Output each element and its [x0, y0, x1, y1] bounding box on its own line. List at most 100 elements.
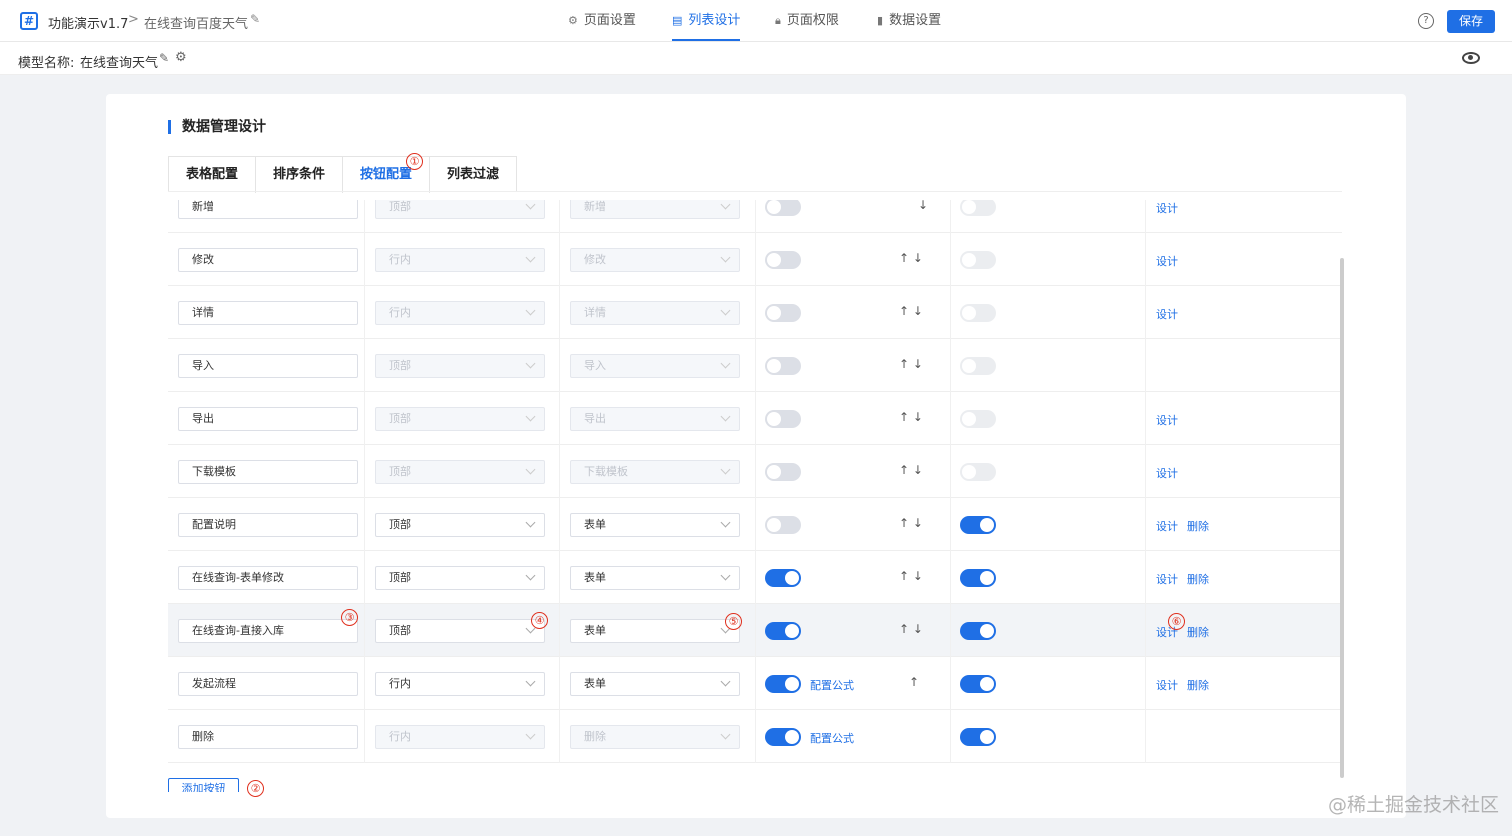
type-select[interactable]: 表单: [570, 513, 740, 537]
tab-list-filter[interactable]: 列表过滤: [430, 157, 516, 193]
gear-icon[interactable]: ⚙: [175, 50, 187, 65]
sort-arrows-icon[interactable]: ↑ ↓: [899, 516, 923, 530]
enable-toggle[interactable]: [765, 304, 801, 322]
button-name-input[interactable]: 导出: [178, 407, 358, 431]
eye-icon[interactable]: [1462, 52, 1480, 64]
sort-arrows-icon[interactable]: ↑ ↓: [899, 622, 923, 636]
design-link[interactable]: 设计: [1156, 412, 1178, 428]
chevron-down-icon: [720, 729, 731, 740]
enable-toggle[interactable]: [765, 251, 801, 269]
top-bar: # 功能演示v1.7 > 在线查询百度天气 ✎ ⚙ 页面设置 ▤ 列表设计 🔒︎ 页面…: [0, 0, 1512, 42]
sort-arrows-icon[interactable]: ↑ ↓: [899, 569, 923, 583]
sort-arrows-icon[interactable]: ↓: [918, 200, 928, 212]
visible-toggle[interactable]: [960, 675, 996, 693]
sort-arrows-icon[interactable]: ↑: [909, 675, 919, 689]
visible-toggle[interactable]: [960, 516, 996, 534]
type-select[interactable]: 新增: [570, 200, 740, 219]
visible-toggle[interactable]: [960, 463, 996, 481]
type-select[interactable]: 删除: [570, 725, 740, 749]
visible-toggle[interactable]: [960, 728, 996, 746]
add-button[interactable]: 添加按钮: [168, 778, 239, 792]
visible-toggle[interactable]: [960, 200, 996, 216]
visible-toggle[interactable]: [960, 357, 996, 375]
enable-toggle[interactable]: [765, 463, 801, 481]
type-value: 导出: [584, 412, 606, 425]
sort-arrows-icon[interactable]: ↑ ↓: [899, 251, 923, 265]
app-title[interactable]: 功能演示v1.7: [48, 13, 128, 32]
design-link[interactable]: 设计: [1156, 306, 1178, 322]
button-name-input[interactable]: 新增: [178, 200, 358, 219]
position-select[interactable]: 顶部: [375, 460, 545, 484]
tab-page-permissions[interactable]: 🔒︎ 页面权限: [775, 0, 839, 42]
button-name-input[interactable]: 详情: [178, 301, 358, 325]
enable-toggle[interactable]: [765, 675, 801, 693]
enable-toggle[interactable]: [765, 200, 801, 216]
type-select[interactable]: 修改: [570, 248, 740, 272]
delete-link[interactable]: 删除: [1187, 677, 1209, 693]
section-title: 数据管理设计: [168, 120, 266, 134]
type-select[interactable]: 下载模板: [570, 460, 740, 484]
enable-toggle[interactable]: [765, 622, 801, 640]
position-select[interactable]: 顶部: [375, 407, 545, 431]
delete-link[interactable]: 删除: [1187, 571, 1209, 587]
position-select[interactable]: 顶部: [375, 619, 545, 643]
design-link[interactable]: 设计: [1156, 571, 1178, 587]
enable-toggle[interactable]: [765, 410, 801, 428]
button-name-input[interactable]: 删除: [178, 725, 358, 749]
app-logo-icon[interactable]: #: [20, 12, 38, 30]
tab-list-design[interactable]: ▤ 列表设计: [672, 0, 741, 42]
visible-toggle[interactable]: [960, 251, 996, 269]
design-link[interactable]: 设计: [1156, 200, 1178, 216]
enable-toggle[interactable]: [765, 728, 801, 746]
enable-toggle[interactable]: [765, 569, 801, 587]
scrollbar[interactable]: [1340, 258, 1344, 778]
button-name-input[interactable]: 下载模板: [178, 460, 358, 484]
position-select[interactable]: 顶部: [375, 354, 545, 378]
sort-arrows-icon[interactable]: ↑ ↓: [899, 357, 923, 371]
sort-arrows-icon[interactable]: ↑ ↓: [899, 463, 923, 477]
tab-page-settings[interactable]: ⚙ 页面设置: [568, 0, 636, 42]
sort-arrows-icon[interactable]: ↑ ↓: [899, 410, 923, 424]
position-select[interactable]: 行内: [375, 725, 545, 749]
type-select[interactable]: 详情: [570, 301, 740, 325]
visible-toggle[interactable]: [960, 569, 996, 587]
design-link[interactable]: 设计: [1156, 253, 1178, 269]
button-name-input[interactable]: 在线查询-直接入库: [178, 619, 358, 643]
sort-arrows-icon[interactable]: ↑ ↓: [899, 304, 923, 318]
position-select[interactable]: 顶部: [375, 200, 545, 219]
type-select[interactable]: 表单: [570, 619, 740, 643]
type-select[interactable]: 导入: [570, 354, 740, 378]
tab-table-config[interactable]: 表格配置: [169, 157, 257, 193]
tab-data-settings[interactable]: ▮ 数据设置: [877, 0, 941, 42]
tab-sort-conditions[interactable]: 排序条件: [256, 157, 344, 193]
visible-toggle[interactable]: [960, 622, 996, 640]
delete-link[interactable]: 删除: [1187, 518, 1209, 534]
design-link[interactable]: 设计: [1156, 518, 1178, 534]
visible-toggle[interactable]: [960, 304, 996, 322]
enable-toggle[interactable]: [765, 516, 801, 534]
delete-link[interactable]: 删除: [1187, 624, 1209, 640]
type-select[interactable]: 导出: [570, 407, 740, 431]
edit-icon[interactable]: ✎: [159, 51, 169, 65]
enable-toggle[interactable]: [765, 357, 801, 375]
visible-toggle[interactable]: [960, 410, 996, 428]
button-name-input[interactable]: 导入: [178, 354, 358, 378]
button-name-input[interactable]: 在线查询-表单修改: [178, 566, 358, 590]
position-select[interactable]: 行内: [375, 672, 545, 696]
formula-link[interactable]: 配置公式: [810, 730, 854, 746]
edit-icon[interactable]: ✎: [250, 12, 260, 26]
formula-link[interactable]: 配置公式: [810, 677, 854, 693]
type-select[interactable]: 表单: [570, 672, 740, 696]
save-button[interactable]: 保存: [1447, 10, 1495, 33]
design-link[interactable]: 设计: [1156, 465, 1178, 481]
position-select[interactable]: 顶部: [375, 566, 545, 590]
help-icon[interactable]: ?: [1418, 13, 1434, 29]
type-select[interactable]: 表单: [570, 566, 740, 590]
button-name-input[interactable]: 发起流程: [178, 672, 358, 696]
position-select[interactable]: 顶部: [375, 513, 545, 537]
button-name-input[interactable]: 修改: [178, 248, 358, 272]
design-link[interactable]: 设计: [1156, 677, 1178, 693]
position-select[interactable]: 行内: [375, 301, 545, 325]
button-name-input[interactable]: 配置说明: [178, 513, 358, 537]
position-select[interactable]: 行内: [375, 248, 545, 272]
